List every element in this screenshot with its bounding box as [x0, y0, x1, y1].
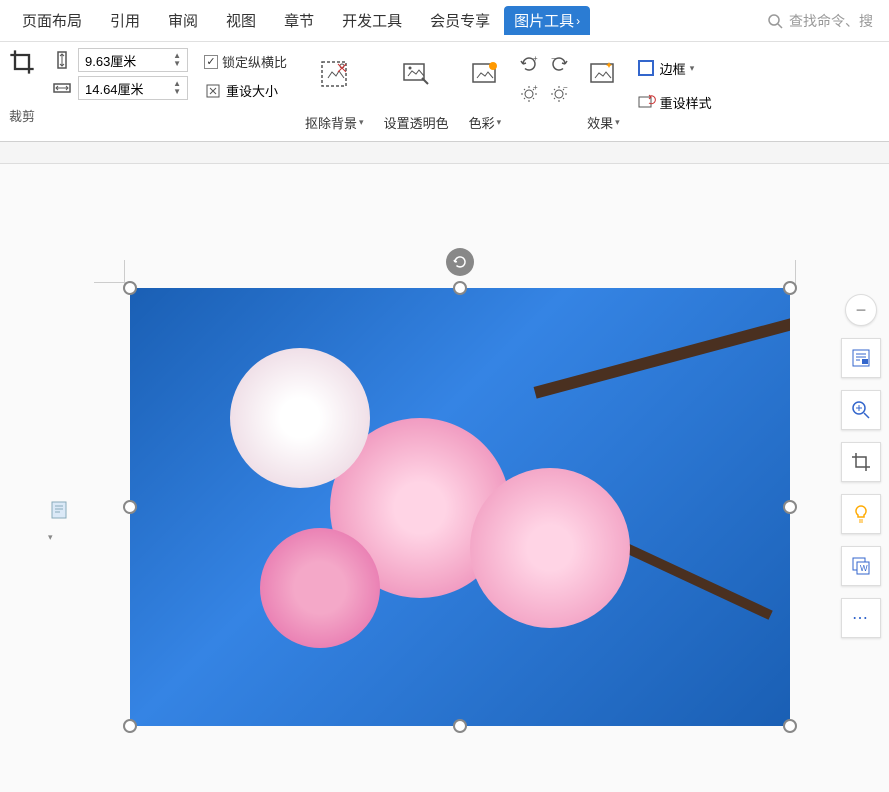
transparent-icon [400, 58, 432, 90]
svg-text:W: W [860, 564, 868, 573]
tab-page-layout[interactable]: 页面布局 [8, 0, 96, 42]
group-crop: 裁剪 [0, 48, 44, 138]
tab-member[interactable]: 会员专享 [416, 0, 504, 42]
checkbox-icon: ✓ [204, 55, 218, 69]
spinner-icon[interactable]: ▲▼ [173, 52, 181, 68]
tab-dev-tools[interactable]: 开发工具 [328, 0, 416, 42]
resize-handle-mr[interactable] [783, 500, 797, 514]
reset-style-icon [636, 92, 656, 112]
resize-handle-tr[interactable] [783, 281, 797, 295]
resize-handle-br[interactable] [783, 719, 797, 733]
rotate-left-button[interactable]: + [517, 52, 541, 76]
crop-label: 裁剪 [8, 106, 36, 125]
convert-button[interactable]: W [841, 546, 881, 586]
ruler [0, 142, 889, 164]
paragraph-options-icon[interactable]: ▾ [48, 498, 72, 522]
zoom-button[interactable] [841, 390, 881, 430]
svg-text:+: + [533, 84, 538, 92]
chevron-down-icon: ▾ [497, 117, 502, 128]
canvas[interactable]: ▾ − W ⋯ [0, 164, 889, 792]
ribbon: 裁剪 9.63厘米 ▲▼ 14.64厘米 ▲▼ ✓ 锁定纵横比 重设大小 [0, 42, 889, 142]
svg-text:+: + [533, 54, 538, 63]
border-icon [636, 58, 656, 78]
effects-button[interactable]: 效果▾ [577, 48, 630, 136]
rotate-right-button[interactable]: − [547, 52, 571, 76]
brightness-down-button[interactable]: − [547, 82, 571, 106]
remove-bg-icon [318, 58, 350, 90]
chevron-down-icon: ▾ [690, 63, 695, 74]
color-icon [469, 58, 501, 90]
rotate-handle[interactable] [446, 248, 474, 276]
group-brightness: + − + − [511, 48, 577, 110]
resize-handle-ml[interactable] [123, 500, 137, 514]
width-icon [52, 78, 72, 98]
remove-bg-button[interactable]: 抠除背景▾ [295, 48, 374, 136]
resize-handle-bl[interactable] [123, 719, 137, 733]
tab-review[interactable]: 审阅 [154, 0, 212, 42]
resize-handle-tm[interactable] [453, 281, 467, 295]
svg-text:−: − [563, 84, 568, 92]
group-size: 9.63厘米 ▲▼ 14.64厘米 ▲▼ [44, 48, 196, 138]
selected-image[interactable] [130, 288, 790, 726]
group-border-reset: 边框▾ 重设样式 [630, 48, 718, 116]
lock-ratio-checkbox[interactable]: ✓ 锁定纵横比 [204, 52, 287, 71]
width-input[interactable]: 14.64厘米 ▲▼ [78, 76, 188, 100]
crop-side-button[interactable] [841, 442, 881, 482]
brightness-up-button[interactable]: + [517, 82, 541, 106]
image-content [130, 288, 790, 726]
idea-button[interactable] [841, 494, 881, 534]
chevron-down-icon: ▾ [359, 117, 364, 128]
resize-handle-bm[interactable] [453, 719, 467, 733]
color-button[interactable]: 色彩▾ [459, 48, 512, 136]
search-icon [767, 13, 783, 29]
chevron-right-icon: › [576, 14, 580, 28]
more-button[interactable]: ⋯ [841, 598, 881, 638]
spinner-icon[interactable]: ▲▼ [173, 80, 181, 96]
height-icon [52, 50, 72, 70]
tab-view[interactable]: 视图 [212, 0, 270, 42]
tab-image-tools[interactable]: 图片工具› [504, 6, 590, 35]
tab-reference[interactable]: 引用 [96, 0, 154, 42]
transparent-color-button[interactable]: 设置透明色 [374, 48, 459, 136]
border-button[interactable]: 边框▾ [636, 58, 712, 78]
crop-icon[interactable] [8, 48, 36, 76]
effects-icon [587, 58, 619, 90]
tab-bar: 页面布局 引用 审阅 视图 章节 开发工具 会员专享 图片工具› 查找命令、搜 [0, 0, 889, 42]
reset-size-icon [204, 82, 222, 100]
search-input[interactable]: 查找命令、搜 [759, 11, 881, 31]
collapse-button[interactable]: − [845, 294, 877, 326]
side-panel: − W ⋯ [841, 294, 881, 638]
group-lock-reset: ✓ 锁定纵横比 重设大小 [196, 48, 295, 138]
svg-text:−: − [551, 54, 556, 63]
tab-section[interactable]: 章节 [270, 0, 328, 42]
resize-handle-tl[interactable] [123, 281, 137, 295]
reset-style-button[interactable]: 重设样式 [636, 92, 712, 112]
reset-size-button[interactable]: 重设大小 [204, 81, 287, 100]
layout-options-button[interactable] [841, 338, 881, 378]
chevron-down-icon: ▾ [615, 117, 620, 128]
height-input[interactable]: 9.63厘米 ▲▼ [78, 48, 188, 72]
